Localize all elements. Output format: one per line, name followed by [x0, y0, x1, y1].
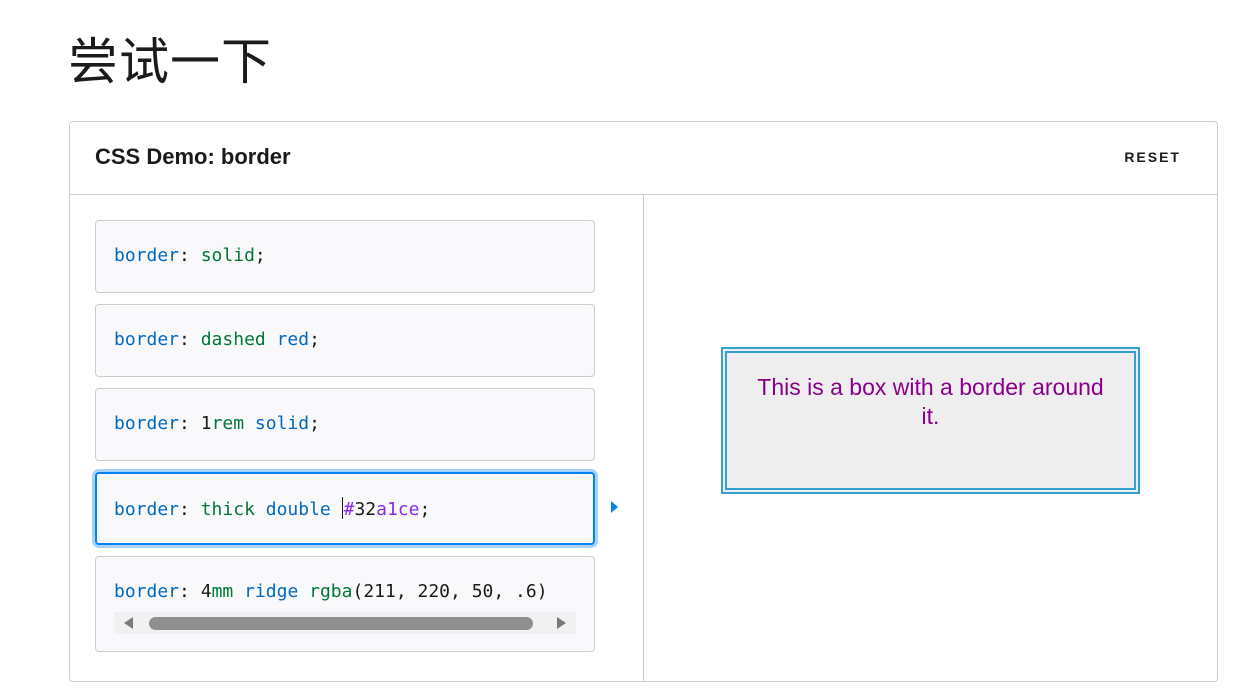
code-property: border: [114, 581, 180, 602]
code-property: border: [114, 499, 180, 520]
choice-dashed-red[interactable]: border: dashed red;: [95, 304, 595, 377]
choice-code[interactable]: border: thick double #32a1ce;: [114, 497, 430, 520]
code-property: border: [114, 329, 180, 350]
code-token: (211, 220, 50, .6): [352, 581, 548, 602]
scroll-thumb[interactable]: [149, 617, 533, 630]
play-indicator-icon: [611, 501, 618, 513]
code-token: #: [343, 499, 355, 520]
code-token: solid: [254, 413, 310, 434]
demo-title: CSS Demo: border: [95, 144, 291, 169]
code-colon: :: [179, 245, 201, 266]
code-colon: :: [179, 329, 201, 350]
text-cursor: [341, 497, 343, 519]
demo-header: CSS Demo: border RESET: [70, 122, 1217, 195]
code-colon: :: [179, 413, 201, 434]
scroll-right-arrow-icon[interactable]: [557, 617, 566, 629]
choice-1rem-solid[interactable]: border: 1rem solid;: [95, 388, 595, 461]
choice-code[interactable]: border: solid;: [114, 245, 266, 266]
code-token: rgba: [309, 581, 353, 602]
code-semicolon: ;: [309, 413, 320, 434]
choice-code[interactable]: border: 4mm ridge rgba(211, 220, 50, .6): [114, 581, 548, 602]
code-property: border: [114, 245, 180, 266]
code-semicolon: ;: [419, 499, 431, 520]
demo-panel: CSS Demo: border RESET border: solid; bo…: [69, 121, 1218, 682]
code-token: thick: [200, 499, 255, 520]
code-token: ridge: [244, 581, 299, 602]
choice-code[interactable]: border: dashed red;: [114, 329, 320, 350]
code-semicolon: ;: [309, 329, 320, 350]
horizontal-scrollbar[interactable]: [114, 612, 576, 634]
choice-4mm-ridge[interactable]: border: 4mm ridge rgba(211, 220, 50, .6): [95, 556, 595, 652]
output-area: This is a box with a border around it.: [645, 195, 1217, 681]
demo-body: border: solid; border: dashed red; borde…: [70, 195, 1217, 681]
code-semicolon: ;: [254, 245, 266, 266]
code-token: a1ce: [376, 499, 420, 520]
code-token: rem: [211, 413, 245, 434]
choice-code[interactable]: border: 1rem solid;: [114, 413, 320, 434]
code-token: 32: [354, 499, 377, 520]
code-colon: :: [179, 499, 201, 520]
code-token: mm: [211, 581, 234, 602]
choice-solid[interactable]: border: solid;: [95, 220, 595, 293]
choice-thick-double[interactable]: border: thick double #32a1ce;: [95, 472, 595, 545]
code-token: double: [265, 499, 331, 520]
page-title: 尝试一下: [68, 33, 272, 91]
example-text: This is a box with a border around it.: [757, 374, 1104, 429]
code-token: red: [276, 329, 310, 350]
reset-button[interactable]: RESET: [1124, 149, 1181, 165]
scroll-left-arrow-icon[interactable]: [124, 617, 133, 629]
code-token: solid: [200, 245, 255, 266]
code-property: border: [114, 413, 180, 434]
code-token: dashed: [200, 329, 266, 350]
choices-column: border: solid; border: dashed red; borde…: [70, 195, 644, 681]
example-element: This is a box with a border around it.: [721, 347, 1140, 494]
code-token: 4: [200, 581, 212, 602]
code-colon: :: [179, 581, 201, 602]
code-token: 1: [200, 413, 212, 434]
